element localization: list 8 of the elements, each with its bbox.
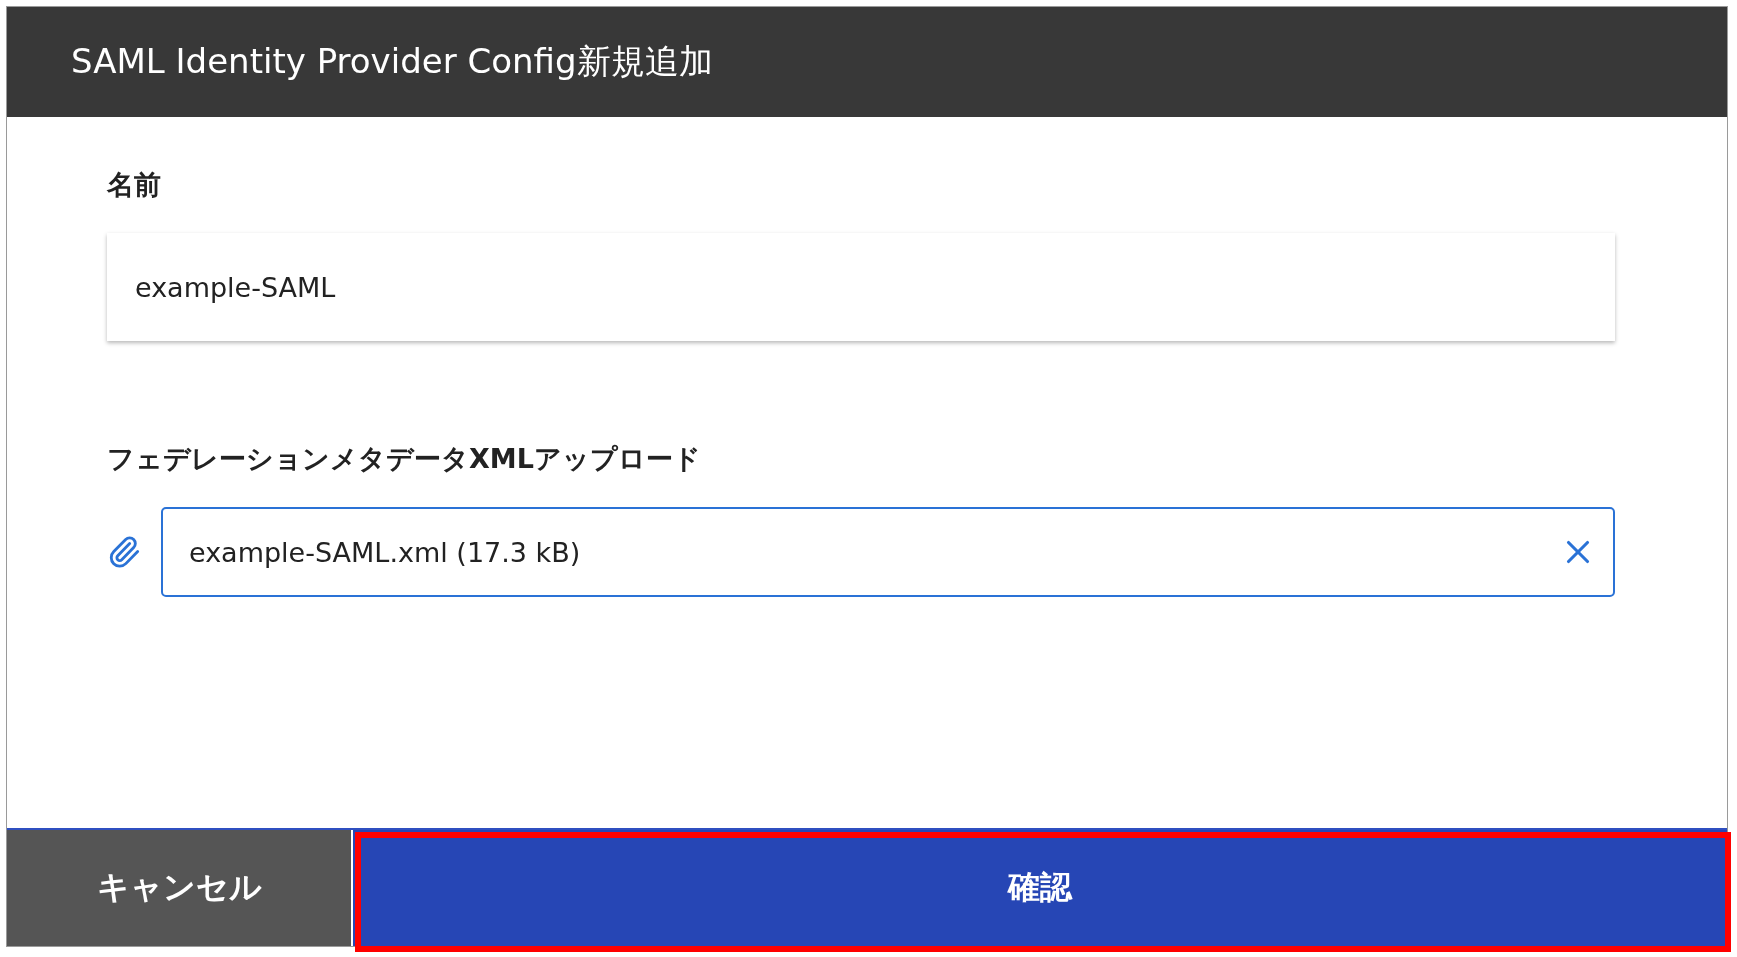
paperclip-icon[interactable] bbox=[107, 535, 141, 569]
input-field[interactable]: example-SAML bbox=[107, 233, 1615, 341]
field-label: フェデレーションメタデータXMLアップロード bbox=[107, 442, 702, 476]
cancel-button[interactable]: キャンセル bbox=[7, 830, 351, 946]
file-name: example-SAML.xml (17.3 kB) bbox=[189, 536, 581, 568]
file-field[interactable]: example-SAML.xml (17.3 kB) bbox=[161, 507, 1615, 597]
dialog-title: SAML Identity Provider Config新規追加 bbox=[7, 7, 1727, 117]
field-label: 名前 bbox=[107, 168, 162, 202]
